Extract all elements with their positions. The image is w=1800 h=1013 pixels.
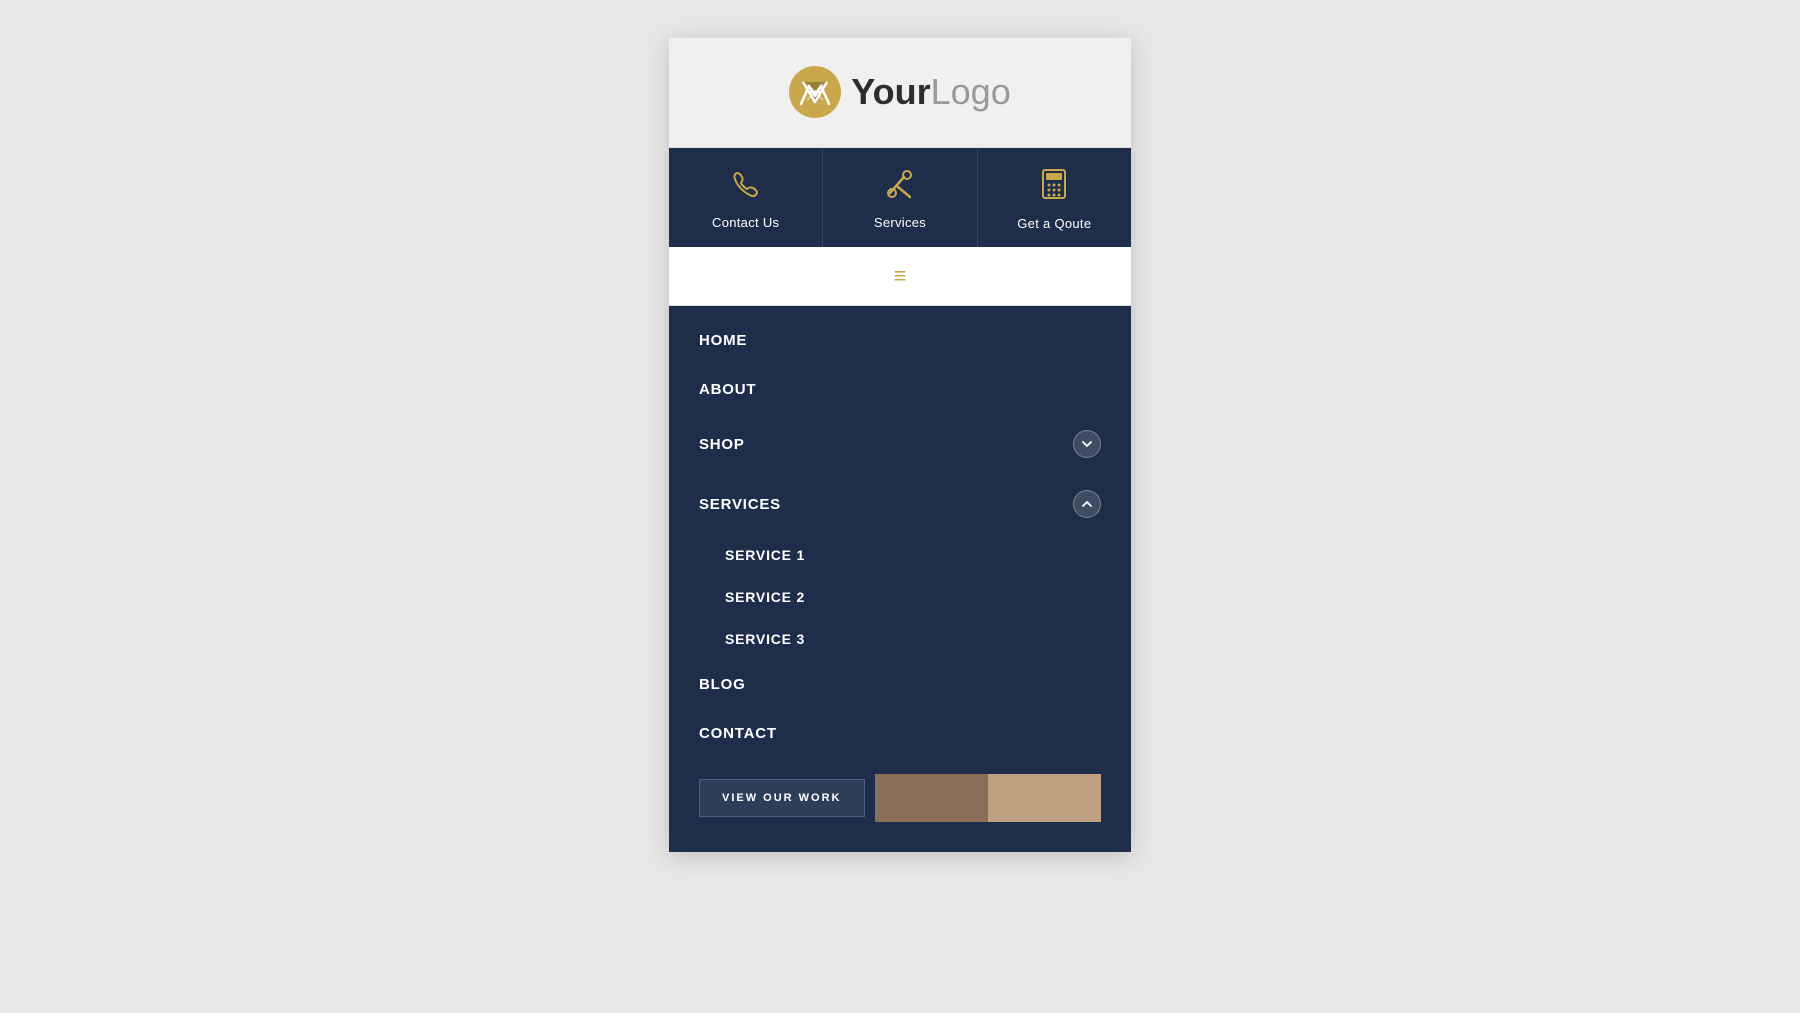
phone-icon: [731, 169, 761, 207]
hamburger-bar[interactable]: ≡: [669, 247, 1131, 306]
nav-service-1[interactable]: SERVICE 1: [669, 534, 1131, 576]
nav-contact-label: CONTACT: [699, 725, 777, 742]
services-action[interactable]: Services: [823, 148, 977, 247]
bottom-cta: VIEW OUR WORK: [669, 758, 1131, 842]
nav-shop[interactable]: SHOP: [669, 414, 1131, 474]
shop-chevron-down[interactable]: [1073, 430, 1101, 458]
nav-blog-label: BLOG: [699, 676, 746, 693]
quote-label: Get a Qoute: [1017, 216, 1091, 231]
nav-home-label: HOME: [699, 332, 747, 349]
chevron-up-icon: [1081, 498, 1093, 510]
contact-us-label: Contact Us: [712, 215, 779, 230]
calculator-icon: [1041, 168, 1067, 208]
nav-shop-label: SHOP: [699, 436, 745, 453]
phone-container: YourLogo Contact Us: [669, 38, 1131, 852]
nav-about-label: ABOUT: [699, 381, 756, 398]
image-block-left: [875, 774, 988, 822]
nav-about[interactable]: ABOUT: [669, 365, 1131, 414]
logo-bold: Your: [851, 71, 930, 112]
nav-service-2[interactable]: SERVICE 2: [669, 576, 1131, 618]
service-3-label: SERVICE 3: [725, 631, 805, 647]
nav-service-3[interactable]: SERVICE 3: [669, 618, 1131, 660]
nav-services[interactable]: SERVICES: [669, 474, 1131, 534]
nav-blog[interactable]: BLOG: [669, 660, 1131, 709]
header: YourLogo: [669, 38, 1131, 148]
image-block-right: [988, 774, 1101, 822]
image-strip: [875, 774, 1102, 822]
wrench-icon: [884, 169, 916, 207]
logo-text: YourLogo: [851, 71, 1010, 113]
services-chevron-up[interactable]: [1073, 490, 1101, 518]
action-bar: Contact Us Services: [669, 148, 1131, 247]
service-1-label: SERVICE 1: [725, 547, 805, 563]
contact-us-action[interactable]: Contact Us: [669, 148, 823, 247]
service-2-label: SERVICE 2: [725, 589, 805, 605]
logo-light: Logo: [931, 71, 1011, 112]
view-our-work-button[interactable]: VIEW OUR WORK: [699, 779, 865, 817]
nav-contact[interactable]: CONTACT: [669, 709, 1131, 758]
chevron-down-icon: [1081, 438, 1093, 450]
logo-icon: [789, 66, 841, 118]
nav-menu: HOME ABOUT SHOP SERVICES SERVICE 1: [669, 306, 1131, 852]
quote-action[interactable]: Get a Qoute: [978, 148, 1131, 247]
nav-services-label: SERVICES: [699, 496, 781, 513]
services-label: Services: [874, 215, 926, 230]
logo: YourLogo: [789, 66, 1010, 118]
nav-home[interactable]: HOME: [669, 316, 1131, 365]
hamburger-icon[interactable]: ≡: [894, 263, 907, 288]
